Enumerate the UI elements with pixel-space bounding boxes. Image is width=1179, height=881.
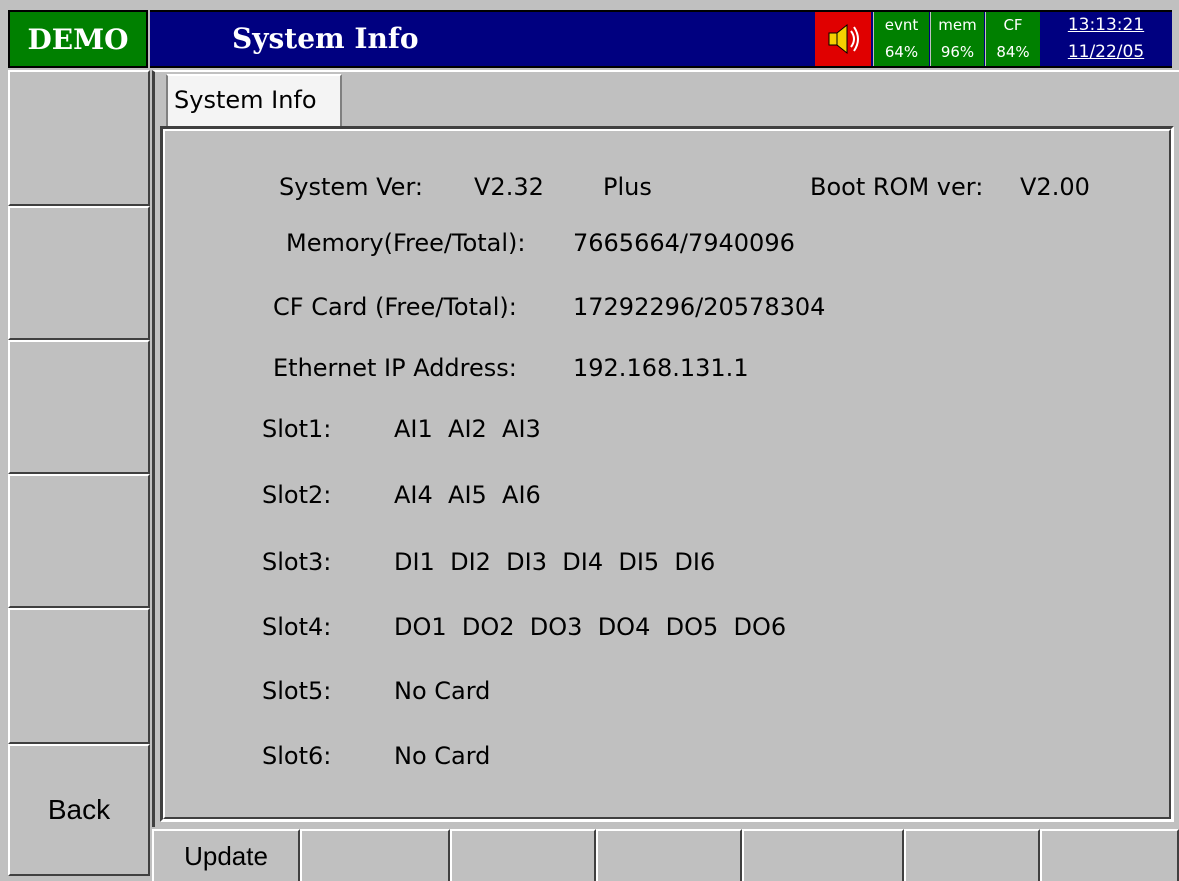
cf-value: 84% (996, 43, 1030, 61)
event-label: evnt (884, 16, 919, 34)
back-button[interactable]: Back (8, 744, 150, 876)
cf-usage: CF 84% (985, 12, 1040, 66)
slot-6-label: Slot6: (262, 742, 332, 770)
bottom-key-6[interactable] (904, 829, 1040, 881)
system-version-value: V2.32 (474, 173, 544, 201)
memory-value: 96% (940, 43, 975, 61)
boot-rom-value: V2.00 (1020, 173, 1090, 201)
event-value: 64% (884, 43, 919, 61)
system-version-label: System Ver: (279, 173, 423, 201)
ip-address-label: Ethernet IP Address: (273, 354, 517, 382)
clock-date: 11/22/05 (1067, 42, 1145, 62)
ip-address-value: 192.168.131.1 (573, 354, 749, 382)
cf-card-info-label: CF Card (Free/Total): (273, 293, 517, 321)
sidebar: Back (8, 70, 150, 876)
clock-time: 13:13:21 (1067, 15, 1145, 35)
slot-5-label: Slot5: (262, 677, 332, 705)
memory-label: mem (938, 16, 977, 34)
softkey-3[interactable] (8, 340, 150, 474)
softkey-4[interactable] (8, 474, 150, 608)
slot-1-value: AI1 AI2 AI3 (394, 415, 541, 443)
cf-card-info-value: 17292296/20578304 (573, 293, 826, 321)
page-title: System Info (232, 22, 419, 55)
slot-1-label: Slot1: (262, 415, 332, 443)
softkey-1[interactable] (8, 70, 150, 206)
bottom-key-3[interactable] (450, 829, 596, 881)
alarm-indicator[interactable] (815, 12, 871, 66)
slot-4-value: DO1 DO2 DO3 DO4 DO5 DO6 (394, 613, 787, 641)
event-usage: evnt 64% (873, 12, 929, 66)
slot-6-value: No Card (394, 742, 491, 770)
slot-3-label: Slot3: (262, 548, 332, 576)
bottom-key-4[interactable] (596, 829, 742, 881)
bottom-key-7[interactable] (1040, 829, 1179, 881)
mode-indicator: DEMO (8, 10, 148, 68)
speaker-icon (828, 23, 859, 55)
slot-5-value: No Card (394, 677, 491, 705)
bottom-key-2[interactable] (300, 829, 450, 881)
memory-info-label: Memory(Free/Total): (286, 229, 526, 257)
tab-system-info[interactable]: System Info (166, 74, 342, 126)
memory-usage: mem 96% (930, 12, 984, 66)
bottom-key-5[interactable] (742, 829, 904, 881)
slot-3-value: DI1 DI2 DI3 DI4 DI5 DI6 (394, 548, 716, 576)
clock: 13:13:21 11/22/05 (1040, 12, 1172, 66)
slot-4-label: Slot4: (262, 613, 332, 641)
boot-rom-label: Boot ROM ver: (810, 173, 984, 201)
softkey-2[interactable] (8, 206, 150, 340)
slot-2-label: Slot2: (262, 481, 332, 509)
slot-2-value: AI4 AI5 AI6 (394, 481, 541, 509)
update-button[interactable]: Update (152, 829, 300, 881)
cf-label: CF (1003, 16, 1023, 34)
softkey-5[interactable] (8, 608, 150, 744)
memory-info-value: 7665664/7940096 (573, 229, 795, 257)
system-edition: Plus (603, 173, 652, 201)
